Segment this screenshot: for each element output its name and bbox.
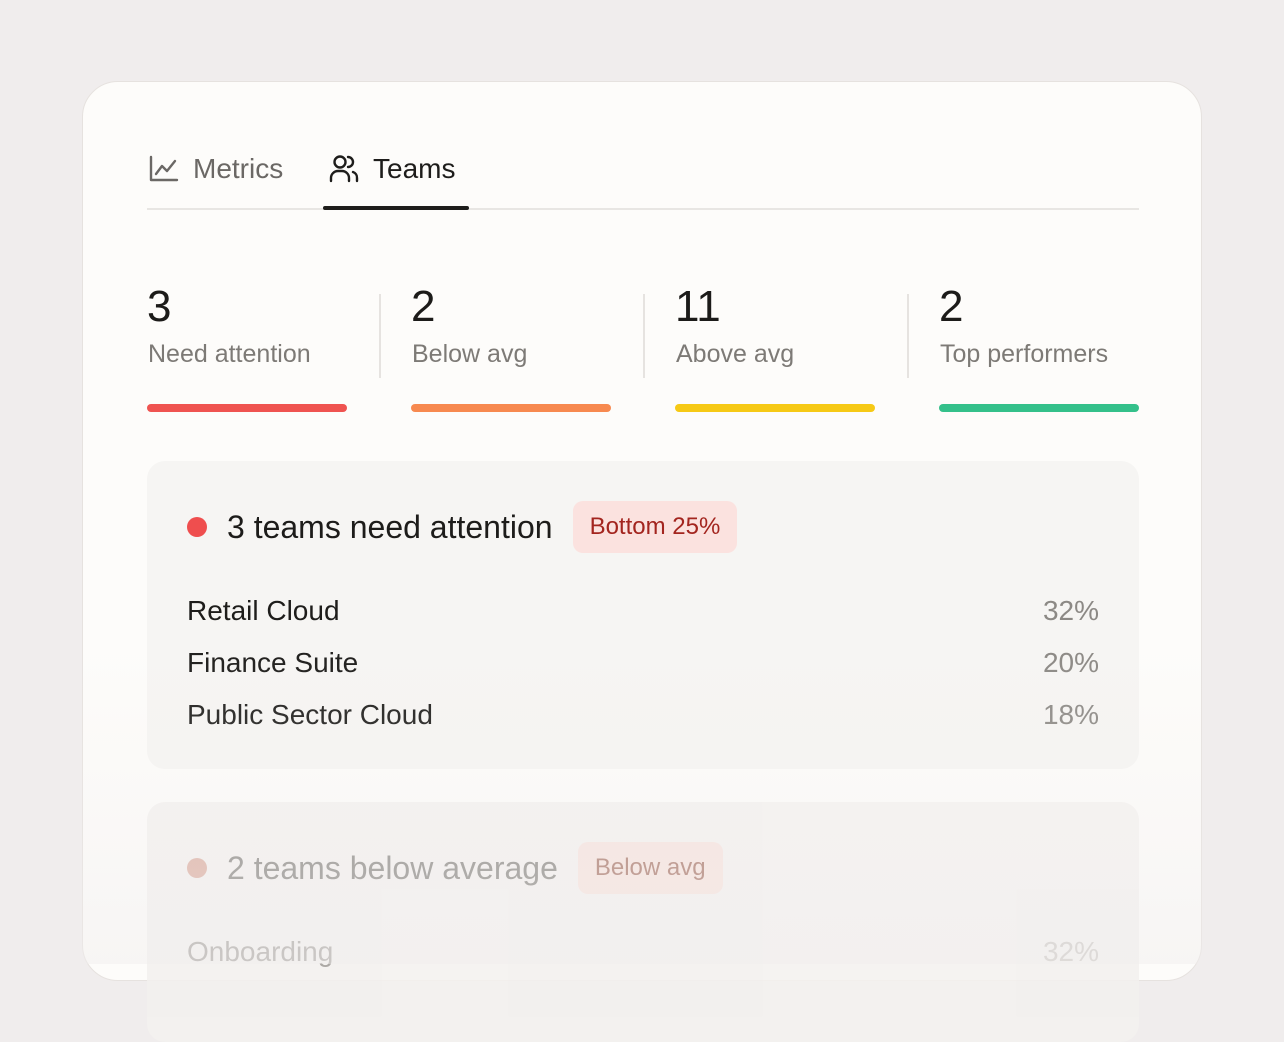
stat-value: 3 [147, 282, 172, 331]
status-dot [187, 858, 207, 878]
status-dot [187, 517, 207, 537]
stat-color-bar [675, 404, 875, 412]
stat-below-avg: 2 Below avg [411, 278, 611, 418]
tab-metrics[interactable]: Metrics [149, 136, 283, 210]
stats-row: 3 Need attention 2 Below avg 11 Above av… [147, 278, 1139, 418]
panel-title: 3 teams need attention [227, 508, 553, 545]
stat-divider [379, 294, 381, 378]
stat-label: Above avg [676, 340, 795, 368]
team-row[interactable]: Onboarding 32% [187, 926, 1099, 978]
stat-value: 11 [675, 282, 721, 331]
team-name: Onboarding [187, 936, 334, 967]
stat-above-avg: 11 Above avg [675, 278, 875, 418]
stat-label: Need attention [148, 340, 311, 368]
panel-header: 2 teams below average Below avg [187, 842, 723, 894]
team-row[interactable]: Public Sector Cloud 18% [187, 689, 1099, 741]
stat-value: 2 [939, 282, 964, 331]
users-icon [329, 154, 359, 184]
team-percent: 18% [1042, 699, 1099, 730]
team-row[interactable]: Finance Suite 20% [187, 637, 1099, 689]
team-list: Retail Cloud 32% Finance Suite 20% Publi… [187, 585, 1099, 741]
tab-teams[interactable]: Teams [323, 136, 463, 210]
teams-card: Metrics Teams 3 Need attention 2 Below a [82, 81, 1202, 1042]
team-name: Public Sector Cloud [187, 699, 433, 730]
stat-value: 2 [411, 282, 436, 331]
team-name: Retail Cloud [187, 595, 340, 626]
team-percent: 20% [1042, 647, 1099, 678]
status-badge: Bottom 25% [572, 501, 738, 553]
stat-need-attention: 3 Need attention [147, 278, 347, 418]
stat-label: Top performers [940, 340, 1109, 368]
stat-color-bar [411, 404, 611, 412]
stat-top-performers: 2 Top performers [939, 278, 1139, 418]
stat-divider [907, 294, 909, 378]
team-percent: 32% [1042, 595, 1099, 626]
team-row[interactable]: Retail Cloud 32% [187, 585, 1099, 637]
tab-metrics-label: Metrics [193, 153, 284, 184]
panel-header: 3 teams need attention Bottom 25% [187, 501, 738, 553]
stat-divider [643, 294, 645, 378]
panel-title: 2 teams below average [227, 849, 558, 886]
tab-teams-label: Teams [373, 153, 456, 184]
stat-color-bar [147, 404, 347, 412]
team-name: Finance Suite [187, 647, 359, 678]
team-list: Onboarding 32% [187, 926, 1099, 978]
below-average-panel: 2 teams below average Below avg Onboardi… [147, 802, 1139, 1042]
line-chart-icon [149, 155, 179, 183]
active-tab-indicator [323, 206, 469, 210]
tab-bar: Metrics Teams [147, 136, 1139, 210]
status-badge: Below avg [577, 842, 723, 894]
stat-label: Below avg [412, 340, 528, 368]
stat-color-bar [939, 404, 1139, 412]
team-percent: 32% [1042, 936, 1099, 967]
attention-panel: 3 teams need attention Bottom 25% Retail… [147, 461, 1139, 769]
